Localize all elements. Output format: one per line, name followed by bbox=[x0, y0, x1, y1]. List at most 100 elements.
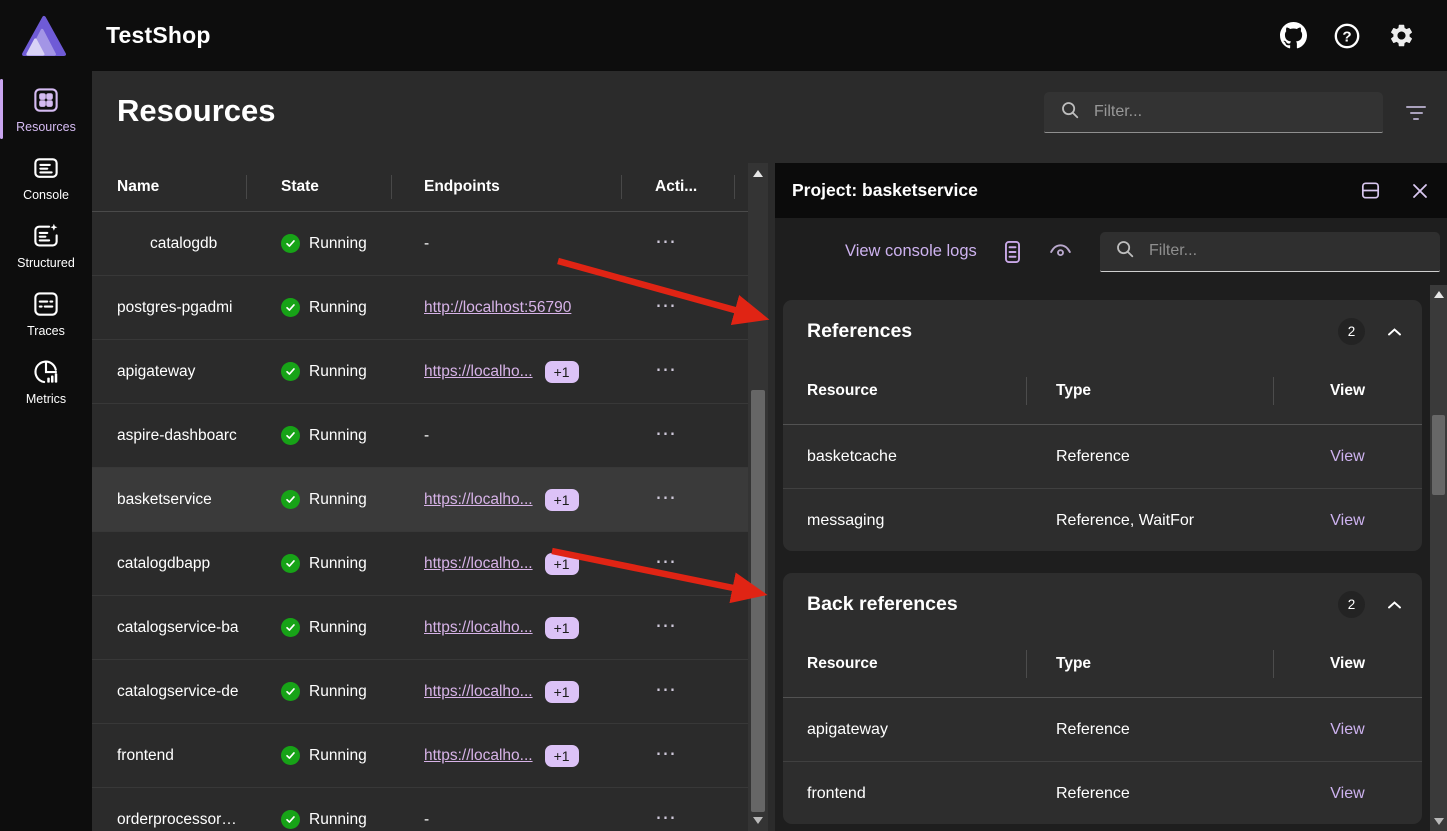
more-actions-button[interactable]: ⋯ bbox=[655, 614, 677, 637]
sidebar-item-console[interactable]: Console bbox=[0, 143, 92, 211]
traces-icon bbox=[31, 289, 61, 319]
section-title: Back references bbox=[807, 593, 958, 616]
table-row[interactable]: catalogdb Running - ⋯ bbox=[92, 212, 748, 276]
sidebar: Resources Console Structured Traces Metr… bbox=[0, 71, 92, 831]
resource-name: aspire-dashboarc bbox=[92, 427, 246, 445]
extra-endpoints-badge[interactable]: +1 bbox=[545, 361, 579, 383]
table-row[interactable]: frontend Reference View bbox=[783, 761, 1422, 824]
log-document-icon[interactable] bbox=[1003, 240, 1022, 264]
table-scrollbar[interactable] bbox=[748, 163, 768, 831]
endpoint-link[interactable]: http://localhost:56790 bbox=[424, 299, 571, 317]
more-actions-button[interactable]: ⋯ bbox=[655, 742, 677, 765]
sidebar-item-traces[interactable]: Traces bbox=[0, 279, 92, 347]
grid-icon bbox=[31, 85, 61, 115]
state-badge: Running bbox=[309, 427, 367, 445]
table-row[interactable]: orderprocessor… Running - ⋯ bbox=[92, 788, 748, 831]
extra-endpoints-badge[interactable]: +1 bbox=[545, 681, 579, 703]
resource-name: basketservice bbox=[92, 491, 246, 509]
settings-icon[interactable] bbox=[1387, 22, 1415, 50]
split-panel-icon[interactable] bbox=[1359, 179, 1382, 202]
endpoint-link[interactable]: https://localho... bbox=[424, 619, 533, 637]
sidebar-item-structured[interactable]: Structured bbox=[0, 211, 92, 279]
reference-type: Reference, WaitFor bbox=[1026, 512, 1273, 530]
table-row[interactable]: basketcache Reference View bbox=[783, 425, 1422, 488]
more-actions-button[interactable]: ⋯ bbox=[655, 294, 677, 317]
view-link[interactable]: View bbox=[1330, 721, 1364, 738]
running-check-icon bbox=[281, 490, 300, 509]
scroll-down-icon[interactable] bbox=[1434, 818, 1444, 825]
chevron-up-icon[interactable] bbox=[1387, 600, 1402, 610]
scroll-down-icon[interactable] bbox=[753, 817, 763, 824]
scroll-up-icon[interactable] bbox=[1434, 291, 1444, 298]
table-row[interactable]: apigateway Running https://localho...+1 … bbox=[92, 340, 748, 404]
resource-name: frontend bbox=[92, 747, 246, 765]
sidebar-item-label: Metrics bbox=[26, 392, 66, 406]
close-icon[interactable] bbox=[1410, 181, 1430, 201]
resource-name: postgres-pgadmi bbox=[92, 299, 246, 317]
table-row[interactable]: aspire-dashboarc Running - ⋯ bbox=[92, 404, 748, 468]
table-row[interactable]: catalogservice-de Running https://localh… bbox=[92, 660, 748, 724]
scrollbar-thumb[interactable] bbox=[751, 390, 765, 812]
help-icon[interactable]: ? bbox=[1333, 22, 1361, 50]
running-check-icon bbox=[281, 234, 300, 253]
more-actions-button[interactable]: ⋯ bbox=[655, 550, 677, 573]
view-link[interactable]: View bbox=[1330, 448, 1364, 465]
table-row[interactable]: frontend Running https://localho... +1 ⋯ bbox=[92, 724, 748, 788]
sidebar-item-label: Traces bbox=[27, 324, 65, 338]
view-link[interactable]: View bbox=[1330, 785, 1364, 802]
endpoint-link[interactable]: https://localho... bbox=[424, 747, 533, 765]
sidebar-item-metrics[interactable]: Metrics bbox=[0, 347, 92, 415]
table-row-selected[interactable]: basketservice Running https://localho...… bbox=[92, 468, 748, 532]
sidebar-item-resources[interactable]: Resources bbox=[0, 75, 92, 143]
structured-log-icon bbox=[31, 221, 61, 251]
endpoint-link[interactable]: https://localho... bbox=[424, 683, 533, 701]
column-header-state: State bbox=[246, 178, 391, 196]
more-actions-button[interactable]: ⋯ bbox=[655, 230, 677, 253]
more-actions-button[interactable]: ⋯ bbox=[655, 806, 677, 829]
github-icon[interactable] bbox=[1279, 22, 1307, 50]
view-console-logs-link[interactable]: View console logs bbox=[845, 242, 977, 261]
table-row[interactable]: messaging Reference, WaitFor View bbox=[783, 488, 1422, 551]
table-row[interactable]: catalogdbapp Running https://localho... +… bbox=[92, 532, 748, 596]
resources-filter-input[interactable] bbox=[1092, 102, 1383, 122]
table-row[interactable]: catalogservice-ba Running https://localh… bbox=[92, 596, 748, 660]
sidebar-item-label: Structured bbox=[17, 256, 75, 270]
eye-icon[interactable] bbox=[1048, 242, 1073, 262]
more-actions-button[interactable]: ⋯ bbox=[655, 678, 677, 701]
panel-filter-input[interactable] bbox=[1147, 241, 1440, 261]
state-badge: Running bbox=[309, 299, 367, 317]
endpoint-link[interactable]: https://localho... bbox=[424, 491, 533, 509]
panel-scrollbar[interactable] bbox=[1430, 285, 1447, 831]
column-header-resource: Resource bbox=[783, 655, 1026, 673]
more-actions-button[interactable]: ⋯ bbox=[655, 358, 677, 381]
endpoint-link[interactable]: https://localho... bbox=[424, 555, 533, 573]
more-actions-button[interactable]: ⋯ bbox=[655, 422, 677, 445]
state-badge: Running bbox=[309, 747, 367, 765]
page-title: Resources bbox=[117, 93, 276, 129]
extra-endpoints-badge[interactable]: +1 bbox=[545, 489, 579, 511]
extra-endpoints-badge[interactable]: +1 bbox=[545, 617, 579, 639]
resources-filter[interactable] bbox=[1044, 92, 1383, 133]
state-badge: Running bbox=[309, 555, 367, 573]
resource-name: catalogdbapp bbox=[92, 555, 246, 573]
details-panel: Project: basketservice View console logs bbox=[775, 163, 1447, 831]
scroll-up-icon[interactable] bbox=[753, 170, 763, 177]
view-link[interactable]: View bbox=[1330, 512, 1364, 529]
more-actions-button[interactable]: ⋯ bbox=[655, 486, 677, 509]
filter-funnel-icon[interactable] bbox=[1403, 101, 1429, 125]
endpoint-value: - bbox=[424, 235, 429, 253]
extra-endpoints-badge[interactable]: +1 bbox=[545, 745, 579, 767]
state-badge: Running bbox=[309, 491, 367, 509]
table-row[interactable]: apigateway Reference View bbox=[783, 698, 1422, 761]
back-references-section: Back references 2 Resource Type View api… bbox=[783, 573, 1422, 824]
topbar-actions: ? bbox=[1279, 0, 1415, 71]
aspire-logo-icon bbox=[16, 11, 72, 61]
chevron-up-icon[interactable] bbox=[1387, 327, 1402, 337]
endpoint-link[interactable]: https://localho... bbox=[424, 363, 533, 381]
resources-table-header: Name State Endpoints Acti... bbox=[92, 163, 748, 212]
panel-filter[interactable] bbox=[1100, 232, 1440, 272]
resource-name: catalogdb bbox=[92, 235, 246, 253]
table-row[interactable]: postgres-pgadmi Running http://localhost… bbox=[92, 276, 748, 340]
extra-endpoints-badge[interactable]: +1 bbox=[545, 553, 579, 575]
scrollbar-thumb[interactable] bbox=[1432, 415, 1445, 495]
